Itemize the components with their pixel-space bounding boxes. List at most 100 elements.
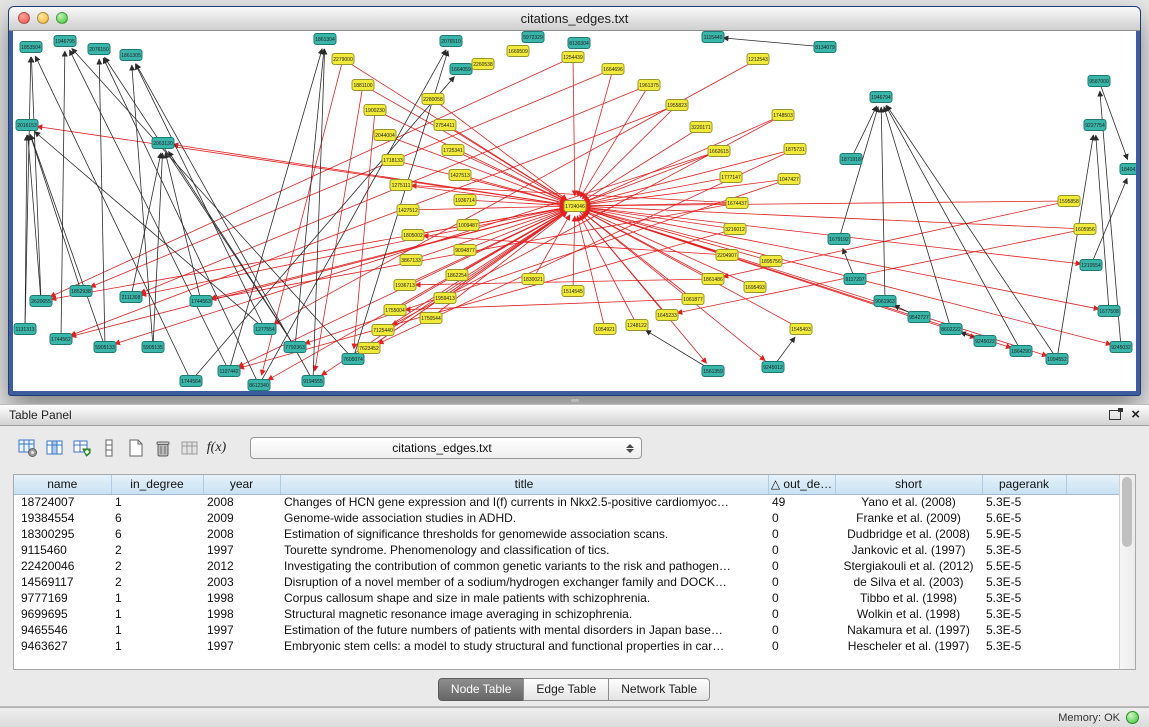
- graph-edge[interactable]: [103, 58, 259, 385]
- table-cell: 1: [111, 622, 203, 638]
- window-title: citations_edges.txt: [521, 11, 629, 26]
- float-panel-icon[interactable]: [1109, 410, 1121, 420]
- table-cell-filler: [1066, 638, 1120, 654]
- column-header-title[interactable]: title: [280, 475, 768, 494]
- table-row[interactable]: 1830029562008Estimation of significance …: [14, 526, 1120, 542]
- graph-edge[interactable]: [37, 126, 575, 206]
- graph-edge[interactable]: [585, 206, 1085, 229]
- graph-edge[interactable]: [881, 107, 885, 301]
- graph-edge[interactable]: [585, 177, 731, 204]
- table-settings-icon[interactable]: [14, 435, 41, 461]
- table-row[interactable]: 911546021997Tourette syndrome. Phenomeno…: [14, 542, 1120, 558]
- row-selector-icon[interactable]: [95, 435, 122, 461]
- memory-status-icon: [1126, 711, 1139, 724]
- graph-edge[interactable]: [274, 59, 758, 324]
- window-titlebar[interactable]: citations_edges.txt: [9, 7, 1140, 31]
- minimize-window-button[interactable]: [37, 12, 49, 24]
- table-row[interactable]: 969969511998Structural magnetic resonanc…: [14, 606, 1120, 622]
- graph-edge[interactable]: [585, 179, 789, 205]
- graph-edge[interactable]: [239, 229, 735, 368]
- graph-edge[interactable]: [354, 110, 375, 349]
- vertical-scrollbar[interactable]: [1119, 475, 1135, 669]
- column-header-short[interactable]: short: [835, 475, 982, 494]
- tab-network-table[interactable]: Network Table: [608, 678, 710, 701]
- table-cell: 2009: [203, 510, 280, 526]
- column-header-year[interactable]: year: [203, 475, 280, 494]
- column-header-out_de[interactable]: △ out_de…: [768, 475, 835, 494]
- graph-edge[interactable]: [173, 145, 575, 206]
- table-row[interactable]: 946554611997Estimation of the future num…: [14, 622, 1120, 638]
- graph-edge[interactable]: [578, 69, 613, 196]
- graph-edge[interactable]: [585, 207, 735, 229]
- column-visibility-icon[interactable]: [41, 435, 68, 461]
- graph-edge[interactable]: [580, 85, 649, 197]
- column-header-filler: [1066, 475, 1120, 494]
- table-row[interactable]: 1938455462009Genome-wide association stu…: [14, 510, 1120, 526]
- graph-node-label: 1054921: [595, 327, 615, 333]
- tab-edge-table[interactable]: Edge Table: [523, 678, 609, 701]
- table-disabled-icon[interactable]: [176, 435, 203, 461]
- table-cell: 2: [111, 574, 203, 590]
- new-column-icon[interactable]: [122, 435, 149, 461]
- graph-node-label: 2279000: [333, 57, 353, 63]
- graph-edge[interactable]: [1091, 178, 1127, 265]
- graph-edge[interactable]: [886, 106, 1021, 351]
- table-cell: Corpus callosum shape and size in male p…: [280, 590, 768, 606]
- graph-edge[interactable]: [573, 57, 575, 196]
- table-row[interactable]: 2242004622012Investigating the contribut…: [14, 558, 1120, 574]
- graph-edge[interactable]: [851, 106, 877, 159]
- table-row[interactable]: 977716911998Corpus callosum shape and si…: [14, 590, 1120, 606]
- close-window-button[interactable]: [18, 12, 30, 24]
- table-cell: 49: [768, 494, 835, 510]
- graph-node-label: 2111308: [122, 295, 141, 301]
- graph-node-label: 1955823: [667, 103, 687, 109]
- graph-node-label: 3216012: [725, 227, 745, 233]
- zoom-window-button[interactable]: [56, 12, 68, 24]
- column-header-name[interactable]: name: [14, 475, 111, 494]
- network-table-select[interactable]: citations_edges.txt: [250, 437, 642, 459]
- split-pane-handle[interactable]: [571, 399, 579, 402]
- network-canvas[interactable]: 1853504194679520761501861305201615320631…: [13, 31, 1136, 391]
- delete-column-icon[interactable]: [149, 435, 176, 461]
- column-header-in_degree[interactable]: in_degree: [111, 475, 203, 494]
- graph-edge[interactable]: [584, 115, 783, 202]
- column-header-pagerank[interactable]: pagerank: [982, 475, 1066, 494]
- graph-edge[interactable]: [585, 149, 795, 203]
- graph-node-label: 7792363: [285, 345, 305, 351]
- graph-edge[interactable]: [25, 57, 31, 329]
- graph-edge[interactable]: [401, 185, 565, 205]
- graph-edge[interactable]: [35, 56, 191, 381]
- graph-edge[interactable]: [31, 57, 41, 301]
- import-table-icon[interactable]: [68, 435, 95, 461]
- graph-node-label: 1875731: [785, 147, 805, 153]
- graph-node-label: 2016153: [17, 123, 37, 129]
- graph-edge[interactable]: [304, 179, 789, 344]
- table-cell: 0: [768, 606, 835, 622]
- table-cell: 2003: [203, 574, 280, 590]
- graph-node-label: 1277554: [255, 327, 275, 333]
- function-builder-icon[interactable]: f(x): [203, 435, 230, 461]
- graph-edge[interactable]: [585, 201, 1069, 206]
- graph-edge[interactable]: [211, 206, 575, 299]
- graph-edge[interactable]: [1096, 135, 1109, 311]
- graph-node-label: 1864290: [1011, 349, 1031, 355]
- graph-edge[interactable]: [1057, 135, 1093, 359]
- graph-node-label: 2754411: [435, 123, 454, 129]
- citation-network-graph[interactable]: 1853504194679520761501861305201615320631…: [13, 31, 1136, 391]
- close-panel-icon[interactable]: ×: [1131, 408, 1140, 422]
- graph-edge[interactable]: [646, 330, 713, 371]
- graph-edge[interactable]: [99, 59, 105, 347]
- graph-edge[interactable]: [575, 206, 1099, 309]
- graph-edge[interactable]: [61, 51, 65, 339]
- scrollbar-thumb[interactable]: [1122, 477, 1132, 547]
- graph-edge[interactable]: [723, 38, 825, 47]
- graph-edge[interactable]: [583, 212, 693, 299]
- graph-edge[interactable]: [135, 64, 265, 329]
- tab-node-table[interactable]: Node Table: [438, 678, 525, 701]
- table-row[interactable]: 1456911722003Disruption of a novel membe…: [14, 574, 1120, 590]
- graph-edge[interactable]: [90, 69, 613, 287]
- table-row[interactable]: 1872400712008Changes of HCN gene express…: [14, 494, 1120, 510]
- graph-node-label: 1744563: [191, 299, 211, 305]
- graph-edge[interactable]: [30, 134, 105, 347]
- table-row[interactable]: 946362711997Embryonic stem cells: a mode…: [14, 638, 1120, 654]
